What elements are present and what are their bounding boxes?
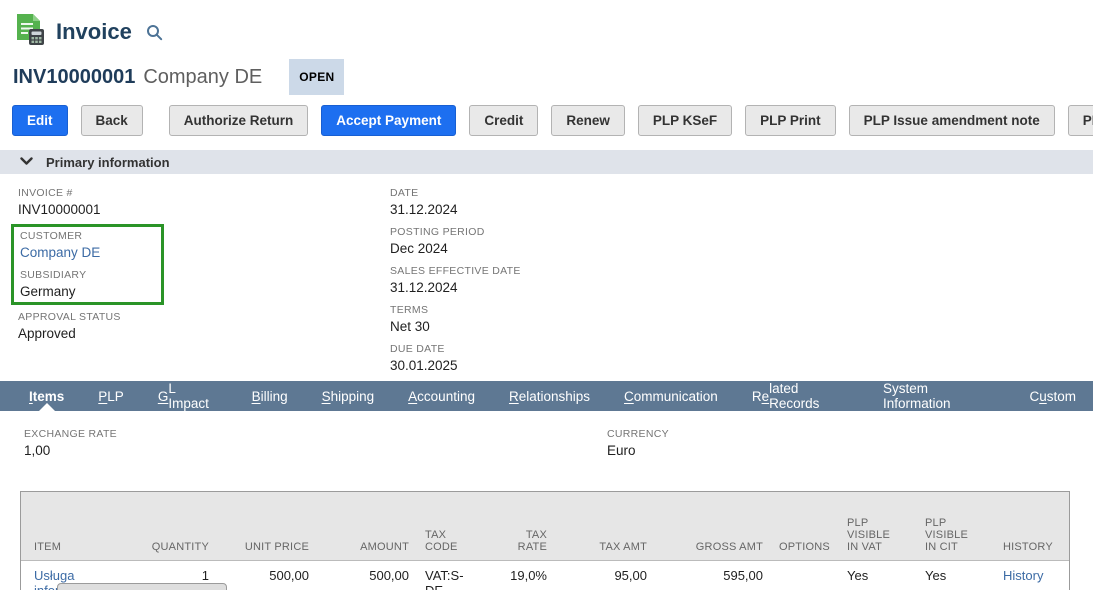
tab-gl-impact[interactable]: GL Impact: [141, 381, 235, 411]
cell-plp-visible-in-vat: Yes: [839, 561, 917, 590]
items-table-header-row: ITEM QUANTITY UNIT PRICE AMOUNT TAX CODE…: [21, 492, 1069, 561]
edit-button[interactable]: Edit: [12, 105, 68, 136]
highlight-annotation-box: CUSTOMER Company DE SUBSIDIARY Germany: [11, 224, 164, 305]
field-label: DUE DATE: [390, 343, 521, 356]
field-customer: CUSTOMER Company DE: [20, 230, 155, 261]
invoice-page: Invoice INV10000001 Company DE OPEN Edit…: [0, 0, 1093, 590]
cell-options: [771, 561, 839, 590]
field-label: TERMS: [390, 304, 521, 317]
column-header-gross-amt: GROSS AMT: [655, 492, 771, 561]
tab-items[interactable]: Items: [12, 381, 81, 411]
tab-system-information[interactable]: System Information: [866, 381, 1012, 411]
cell-amount: 500,00: [317, 561, 417, 590]
column-header-tax-amt: TAX AMT: [555, 492, 655, 561]
field-label: POSTING PERIOD: [390, 226, 521, 239]
field-invoice-number: INVOICE # INV10000001: [18, 187, 390, 218]
column-header-plp-visible-in-cit: PLP VISIBLE IN CIT: [917, 492, 995, 561]
section-title: Primary information: [46, 155, 170, 170]
field-label: DATE: [390, 187, 521, 200]
search-icon[interactable]: [146, 24, 163, 41]
record-tab-bar: Items PLP GL Impact Billing Shipping Acc…: [0, 381, 1093, 411]
field-value: Euro: [607, 443, 669, 459]
history-link[interactable]: History: [1003, 568, 1043, 583]
field-terms: TERMS Net 30: [390, 304, 521, 335]
field-label: EXCHANGE RATE: [24, 428, 1093, 441]
column-header-quantity: QUANTITY: [133, 492, 217, 561]
plp-issue-amendment-note-button[interactable]: PLP Issue amendment note: [849, 105, 1055, 136]
column-header-amount: AMOUNT: [317, 492, 417, 561]
back-button[interactable]: Back: [81, 105, 143, 136]
invoice-record-icon: [14, 13, 46, 51]
tab-plp[interactable]: PLP: [81, 381, 141, 411]
cell-plp-visible-in-cit: Yes: [917, 561, 995, 590]
tab-billing[interactable]: Billing: [235, 381, 305, 411]
renew-button[interactable]: Renew: [551, 105, 625, 136]
record-id: INV10000001: [13, 66, 135, 89]
accept-payment-button[interactable]: Accept Payment: [321, 105, 456, 136]
field-label: SUBSIDIARY: [20, 269, 155, 282]
items-table: ITEM QUANTITY UNIT PRICE AMOUNT TAX CODE…: [20, 491, 1070, 590]
cell-gross-amt: 595,00: [655, 561, 771, 590]
column-header-tax-code: TAX CODE: [417, 492, 489, 561]
record-header: INV10000001 Company DE OPEN: [0, 51, 1093, 95]
field-exchange-rate: EXCHANGE RATE 1,00: [24, 428, 1093, 459]
field-currency: CURRENCY Euro: [607, 428, 669, 459]
field-approval-status: APPROVAL STATUS Approved: [18, 311, 390, 342]
cell-tax-amt: 95,00: [555, 561, 655, 590]
field-label: CUSTOMER: [20, 230, 155, 243]
field-value: 31.12.2024: [390, 280, 521, 296]
action-button-row: Edit Back Authorize Return Accept Paymen…: [0, 95, 1093, 136]
field-value: Approved: [18, 326, 390, 342]
field-due-date: DUE DATE 30.01.2025: [390, 343, 521, 374]
column-header-options: OPTIONS: [771, 492, 839, 561]
primary-information-fields: INVOICE # INV10000001 CUSTOMER Company D…: [0, 174, 1093, 372]
status-badge: OPEN: [289, 59, 344, 95]
cell-unit-price: 500,00: [217, 561, 317, 590]
field-value: INV10000001: [18, 202, 390, 218]
plp-print-button[interactable]: PLP Print: [745, 105, 836, 136]
tab-communication[interactable]: Communication: [607, 381, 735, 411]
field-value: 31.12.2024: [390, 202, 521, 218]
record-name: Company DE: [143, 66, 262, 89]
credit-button[interactable]: Credit: [469, 105, 538, 136]
primary-information-section-header[interactable]: Primary information: [0, 150, 1093, 174]
plp-ksef-button[interactable]: PLP KSeF: [638, 105, 732, 136]
column-header-history: HISTORY: [995, 492, 1069, 561]
customer-link[interactable]: Company DE: [20, 245, 155, 261]
cell-tax-rate: 19,0%: [489, 561, 555, 590]
field-subsidiary: SUBSIDIARY Germany: [20, 269, 155, 300]
field-label: APPROVAL STATUS: [18, 311, 390, 324]
page-title: Invoice: [56, 19, 132, 45]
tab-related-records[interactable]: Related Records: [735, 381, 866, 411]
field-sales-effective-date: SALES EFFECTIVE DATE 31.12.2024: [390, 265, 521, 296]
column-header-item: ITEM: [21, 492, 133, 561]
cell-tax-code: VAT:S-DE: [417, 561, 489, 590]
items-tab-content: EXCHANGE RATE 1,00 CURRENCY Euro: [0, 411, 1093, 491]
tab-shipping[interactable]: Shipping: [305, 381, 392, 411]
plp-update-gus-vies-button[interactable]: PLP Update GUS/VIES: [1068, 105, 1093, 136]
field-value: Germany: [20, 284, 155, 300]
title-bar: Invoice: [0, 0, 1093, 51]
authorize-return-button[interactable]: Authorize Return: [169, 105, 309, 136]
field-value: 1,00: [24, 443, 1093, 459]
tab-custom[interactable]: Custom: [1012, 381, 1093, 411]
column-header-plp-visible-in-vat: PLP VISIBLE IN VAT: [839, 492, 917, 561]
field-posting-period: POSTING PERIOD Dec 2024: [390, 226, 521, 257]
tab-relationships[interactable]: Relationships: [492, 381, 607, 411]
column-header-tax-rate: TAX RATE: [489, 492, 555, 561]
field-label: INVOICE #: [18, 187, 390, 200]
tab-accounting[interactable]: Accounting: [391, 381, 492, 411]
field-value: Net 30: [390, 319, 521, 335]
field-date: DATE 31.12.2024: [390, 187, 521, 218]
field-value: Dec 2024: [390, 241, 521, 257]
chevron-down-icon: [20, 153, 33, 171]
field-label: CURRENCY: [607, 428, 669, 441]
field-label: SALES EFFECTIVE DATE: [390, 265, 521, 278]
partially-visible-element[interactable]: [57, 583, 227, 590]
field-value: 30.01.2025: [390, 358, 521, 374]
column-header-unit-price: UNIT PRICE: [217, 492, 317, 561]
